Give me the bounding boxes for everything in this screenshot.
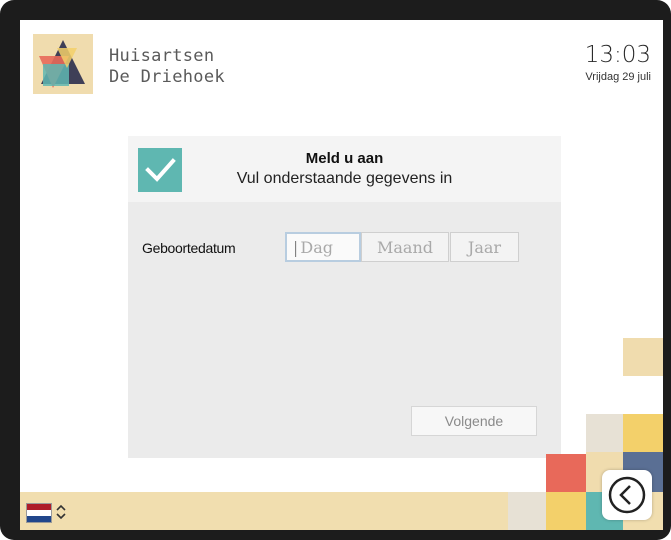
back-arrow-icon xyxy=(608,476,646,514)
decor-tile xyxy=(623,338,663,376)
day-placeholder: Dag xyxy=(300,237,333,257)
text-cursor: | xyxy=(293,237,299,257)
practice-name-line2: De Driehoek xyxy=(109,67,225,87)
decor-tile xyxy=(586,414,623,452)
back-button[interactable] xyxy=(602,470,652,520)
kiosk-screen: Huisartsen De Driehoek 13:03 Vrijdag 29 … xyxy=(20,20,663,530)
triangle-logo-icon xyxy=(33,34,93,94)
netherlands-flag-icon xyxy=(26,503,52,523)
day-input[interactable]: | Dag xyxy=(285,232,361,262)
next-button[interactable]: Volgende xyxy=(411,406,537,436)
birthdate-input-group: | Dag Maand Jaar xyxy=(285,232,519,264)
decor-tile xyxy=(546,454,586,492)
year-placeholder: Jaar xyxy=(467,237,502,257)
card-header: Meld u aan Vul onderstaande gegevens in xyxy=(128,136,561,202)
birthdate-label: Geboortedatum xyxy=(142,240,236,256)
clock-date: Vrijdag 29 juli xyxy=(585,71,651,83)
decor-tile xyxy=(623,414,663,452)
updown-chevron-icon xyxy=(56,504,66,522)
month-placeholder: Maand xyxy=(376,237,433,257)
language-selector[interactable] xyxy=(26,502,66,524)
card-subtitle: Vul onderstaande gegevens in xyxy=(236,170,453,187)
decor-tile xyxy=(508,492,546,530)
decor-tile xyxy=(546,492,586,530)
clock-time: 13:03 xyxy=(584,42,651,68)
clock: 13:03 Vrijdag 29 juli xyxy=(585,42,651,83)
month-input[interactable]: Maand xyxy=(361,232,449,262)
card-title: Meld u aan xyxy=(305,150,384,167)
practice-name-line1: Huisartsen xyxy=(109,46,215,66)
practice-name: Huisartsen De Driehoek xyxy=(109,46,225,88)
check-in-card: Meld u aan Vul onderstaande gegevens in … xyxy=(128,136,561,458)
year-input[interactable]: Jaar xyxy=(450,232,519,262)
